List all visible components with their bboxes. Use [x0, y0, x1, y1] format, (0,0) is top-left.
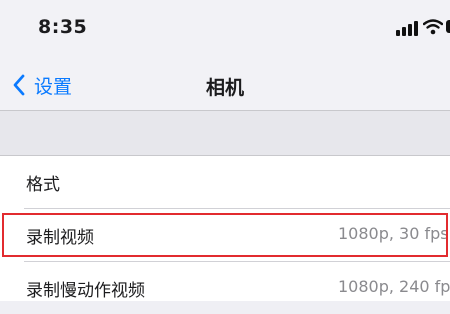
navigation-bar: 设置 相机	[0, 60, 450, 111]
settings-row-value: 1080p, 240 fps	[338, 277, 450, 296]
status-time: 8:35	[38, 16, 88, 38]
settings-row-format[interactable]: 格式	[0, 156, 450, 208]
settings-row-label: 录制视频	[26, 228, 94, 248]
settings-row-label: 格式	[26, 175, 60, 195]
settings-list: 格式 录制视频 1080p, 30 fps 录制慢动作视频 1080p, 240…	[0, 155, 450, 301]
wifi-icon	[423, 19, 443, 35]
battery-icon	[446, 20, 450, 33]
section-gap	[0, 111, 450, 155]
cellular-signal-icon	[396, 20, 420, 36]
settings-row-value: 1080p, 30 fps	[338, 224, 449, 243]
settings-row-record-slomo[interactable]: 录制慢动作视频 1080p, 240 fps	[0, 262, 450, 314]
settings-row-label: 录制慢动作视频	[26, 281, 145, 301]
page-title: 相机	[205, 77, 244, 99]
status-bar: 8:35	[0, 0, 450, 60]
settings-row-record-video[interactable]: 录制视频 1080p, 30 fps	[0, 209, 450, 261]
